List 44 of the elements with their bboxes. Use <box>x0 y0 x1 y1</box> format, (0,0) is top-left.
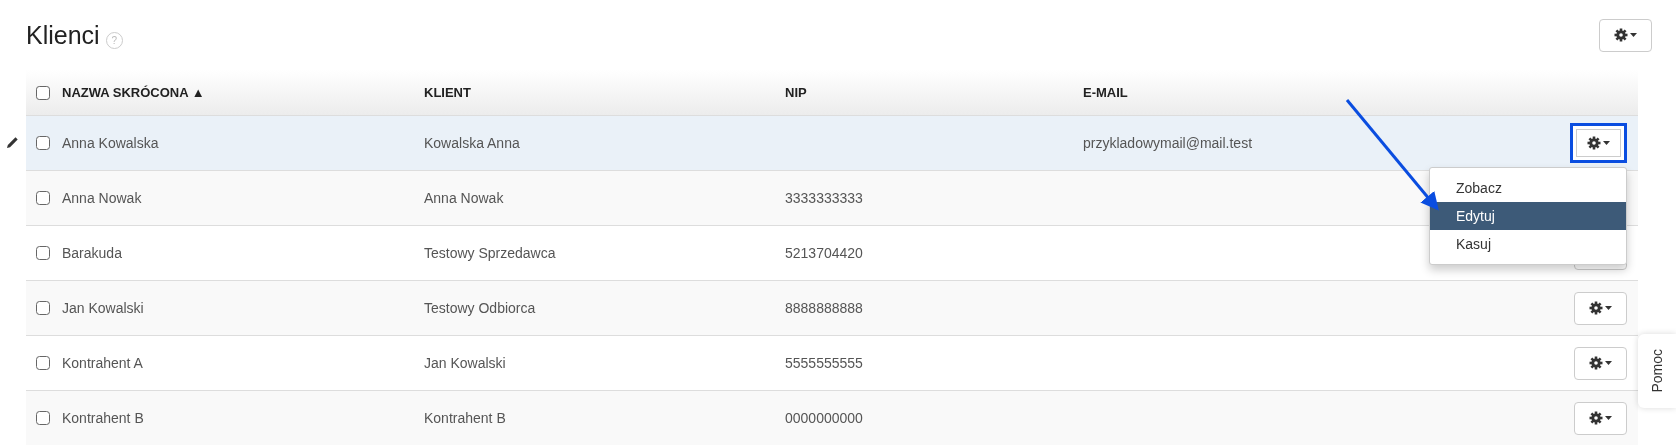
settings-button[interactable] <box>1599 18 1652 52</box>
column-header[interactable]: E-MAIL <box>1083 84 1128 100</box>
table-cell: Jan Kowalski <box>424 354 506 371</box>
row-checkbox[interactable] <box>36 246 50 260</box>
table-cell: 5213704420 <box>785 244 863 261</box>
table-cell: Testowy Odbiorca <box>424 299 536 316</box>
column-header[interactable]: NIP <box>785 84 807 100</box>
gear-icon <box>1613 28 1638 42</box>
table-cell-text: Kontrahent A <box>62 353 143 373</box>
table-cell: Kowalska Anna <box>424 134 520 151</box>
table-cell: 0000000000 <box>785 409 863 426</box>
table-cell: Testowy Sprzedawca <box>424 244 556 261</box>
menu-item[interactable]: Edytuj <box>1430 202 1626 230</box>
gear-icon <box>1588 301 1613 315</box>
row-checkbox[interactable] <box>36 356 50 370</box>
menu-item[interactable]: Zobacz <box>1430 174 1626 202</box>
gear-icon <box>1586 136 1611 150</box>
table-cell-text: Anna Kowalska <box>62 133 159 153</box>
table-cell: 3333333333 <box>785 189 863 206</box>
page-title: Klienci <box>26 20 100 50</box>
table-cell-text: Barakuda <box>62 243 122 263</box>
table-row[interactable]: Kontrahent B Kontrahent B 0000000000 <box>26 390 1638 445</box>
table-cell-text: Kontrahent B <box>62 408 144 428</box>
column-header[interactable]: NAZWA SKRÓCONA ▲ <box>62 82 205 103</box>
table-cell: przykladowymail@mail.test <box>1083 134 1253 151</box>
row-actions-button[interactable] <box>1570 123 1627 163</box>
menu-item[interactable]: Kasuj <box>1430 230 1626 258</box>
table-cell-text: Anna Nowak <box>62 188 142 208</box>
select-all-checkbox[interactable] <box>36 85 50 100</box>
gear-icon <box>1588 356 1613 370</box>
table-row[interactable]: Jan Kowalski Testowy Odbiorca 8888888888 <box>26 280 1638 335</box>
table-cell: 8888888888 <box>785 299 863 316</box>
column-header[interactable]: KLIENT <box>424 84 471 100</box>
table-cell: Kontrahent B <box>424 409 506 426</box>
row-checkbox[interactable] <box>36 136 50 150</box>
table-cell-text: Jan Kowalski <box>62 298 144 318</box>
pencil-icon[interactable] <box>6 136 19 149</box>
row-checkbox[interactable] <box>36 301 50 315</box>
row-checkbox[interactable] <box>36 411 50 425</box>
row-checkbox[interactable] <box>36 191 50 205</box>
table-cell: Anna Nowak <box>424 189 504 206</box>
help-tab[interactable]: Pomoc <box>1638 334 1676 408</box>
gear-icon <box>1588 411 1613 425</box>
table-cell: 5555555555 <box>785 354 863 371</box>
